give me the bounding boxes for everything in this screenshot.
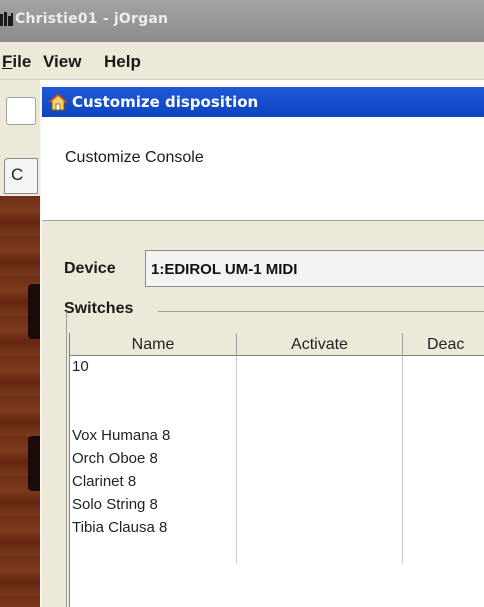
cell-name[interactable]: Orch Oboe 8 (70, 448, 237, 471)
device-select-value: 1:EDIROL UM-1 MIDI (151, 261, 298, 278)
switches-group-label: Switches (64, 300, 134, 317)
table-row[interactable]: Vox Humana 8 (70, 425, 484, 448)
cell-activate[interactable] (237, 379, 403, 402)
cell-activate[interactable] (237, 517, 403, 540)
cell-name[interactable]: 10 (70, 356, 237, 379)
table-row[interactable]: Orch Oboe 8 (70, 448, 484, 471)
device-label: Device (64, 260, 116, 277)
table-row[interactable] (70, 402, 484, 425)
cell-name[interactable]: Vox Humana 8 (70, 425, 237, 448)
cell-deactivate[interactable] (403, 402, 484, 425)
main-toolbar (0, 80, 40, 146)
cell-deactivate[interactable] (403, 356, 484, 379)
cell-activate[interactable] (237, 540, 403, 563)
cell-activate[interactable] (237, 402, 403, 425)
switches-group-border (158, 311, 484, 312)
table-row[interactable]: Clarinet 8 (70, 471, 484, 494)
menubar: File View Help (0, 42, 484, 80)
cell-deactivate[interactable] (403, 517, 484, 540)
menu-file-mnemonic: F (2, 52, 13, 71)
table-row[interactable]: Tibia Clausa 8 (70, 517, 484, 540)
table-row[interactable] (70, 379, 484, 402)
dialog-title: Customize disposition (72, 93, 259, 111)
column-header-deactivate[interactable]: Deac (403, 333, 484, 356)
table-row[interactable] (70, 540, 484, 563)
dialog-header-panel: Customize Console (42, 117, 484, 221)
cell-activate[interactable] (237, 356, 403, 379)
menu-help[interactable]: Help (104, 52, 141, 72)
switches-group-border-left (66, 311, 67, 607)
cell-name[interactable] (70, 379, 237, 402)
device-select[interactable]: 1:EDIROL UM-1 MIDI (145, 250, 484, 287)
menu-view[interactable]: View (43, 52, 81, 72)
cell-activate[interactable] (237, 425, 403, 448)
tab-console[interactable]: C (4, 158, 38, 194)
customize-disposition-dialog: Customize disposition Customize Console … (40, 87, 484, 607)
cell-name[interactable] (70, 540, 237, 563)
main-window-title: Christie01 - jOrgan (15, 11, 169, 27)
table-row[interactable]: Solo String 8 (70, 494, 484, 517)
dialog-titlebar[interactable]: Customize disposition (42, 87, 484, 117)
cell-deactivate[interactable] (403, 471, 484, 494)
stop-knob[interactable] (28, 436, 40, 491)
toolbar-new-button[interactable] (6, 97, 36, 125)
tab-console-label: C (11, 165, 24, 184)
dialog-header-text: Customize Console (65, 149, 204, 166)
column-header-name[interactable]: Name (70, 333, 237, 356)
table-row[interactable]: 10 (70, 356, 484, 379)
cell-name[interactable]: Clarinet 8 (70, 471, 237, 494)
main-window-titlebar[interactable]: Christie01 - jOrgan (0, 0, 484, 42)
cell-deactivate[interactable] (403, 448, 484, 471)
home-icon (48, 93, 68, 111)
cell-activate[interactable] (237, 448, 403, 471)
stop-knob[interactable] (28, 284, 40, 339)
cell-deactivate[interactable] (403, 379, 484, 402)
cell-deactivate[interactable] (403, 425, 484, 448)
console-wood-panel (0, 196, 40, 607)
switches-table[interactable]: Name Activate Deac 10 Vox Humana 8 Orch Ob… (69, 333, 484, 607)
cell-deactivate[interactable] (403, 494, 484, 517)
cell-activate[interactable] (237, 471, 403, 494)
menu-file[interactable]: File (2, 52, 31, 72)
switches-table-header: Name Activate Deac (70, 333, 484, 356)
organ-pipes-icon (0, 12, 14, 26)
cell-name[interactable]: Solo String 8 (70, 494, 237, 517)
cell-name[interactable] (70, 402, 237, 425)
cell-activate[interactable] (237, 494, 403, 517)
cell-deactivate[interactable] (403, 540, 484, 563)
cell-name[interactable]: Tibia Clausa 8 (70, 517, 237, 540)
main-tabstrip: C (0, 146, 40, 196)
column-header-activate[interactable]: Activate (237, 333, 403, 356)
